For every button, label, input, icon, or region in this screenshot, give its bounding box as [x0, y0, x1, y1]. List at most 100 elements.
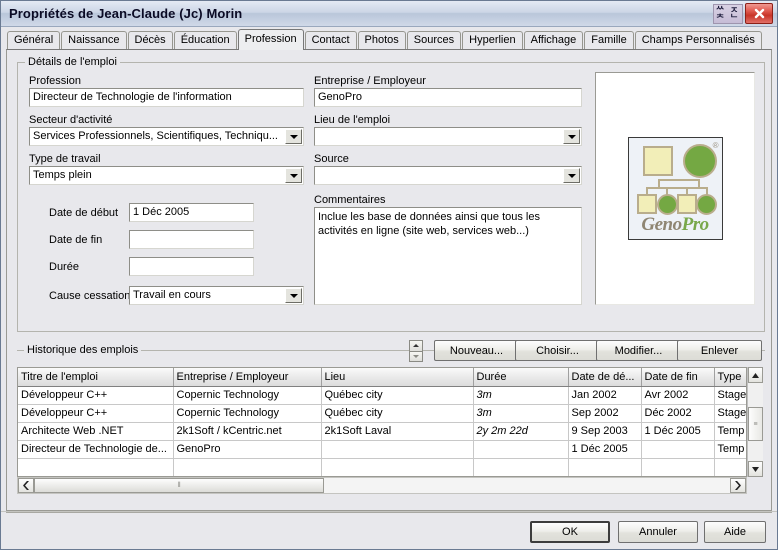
cell-type: Stage	[714, 404, 746, 423]
scroll-left-button[interactable]	[18, 478, 34, 493]
cell-type: Temp	[714, 422, 746, 441]
tab-famille[interactable]: Famille	[584, 31, 634, 49]
modifier-button[interactable]: Modifier...	[596, 340, 681, 361]
tab-sources[interactable]: Sources	[406, 31, 462, 49]
cell-date-debut: 1 Déc 2005	[568, 440, 642, 459]
lieu-emploi-value	[315, 128, 563, 145]
tab-profession[interactable]: Profession	[237, 29, 304, 50]
cell-type: Temp	[714, 440, 746, 459]
source-combo[interactable]	[314, 166, 582, 185]
tab-affichage[interactable]: Affichage	[523, 31, 584, 49]
tab-g-n-ral[interactable]: Général	[7, 31, 61, 49]
cell-duree: 3m	[473, 386, 569, 405]
column-header[interactable]: Entreprise / Employeur	[173, 368, 322, 387]
cell-titre: Développeur C++	[18, 386, 174, 405]
cell-date-fin: 1 Déc 2005	[641, 422, 715, 441]
chevron-down-icon[interactable]	[285, 168, 302, 183]
nouveau-button[interactable]: Nouveau...	[434, 340, 519, 361]
history-order-spinner[interactable]	[409, 340, 423, 362]
cell-titre: Directeur de Technologie de...	[18, 440, 174, 459]
hscroll-grip-icon: ⦀	[177, 482, 181, 489]
cell-type	[714, 458, 746, 476]
date-debut-input[interactable]: 1 Déc 2005	[129, 203, 254, 222]
type-travail-value: Temps plein	[33, 169, 92, 181]
ime-indicator[interactable]: ᄊ ᄎ ㅈ ᄂ	[713, 3, 743, 24]
tab-champs-personnalis-s[interactable]: Champs Personnalisés	[634, 31, 762, 49]
grid-vertical-scrollbar[interactable]: ≡	[747, 367, 763, 477]
tab-strip: Général Naissance Décès Éducation Profession…	[1, 27, 777, 50]
enlever-button-label: Enlever	[700, 344, 739, 357]
hscroll-thumb[interactable]: ⦀	[34, 478, 324, 493]
footer-divider	[6, 512, 772, 513]
chevron-down-icon[interactable]	[563, 129, 580, 144]
ime-glyph-2: ᄎ	[716, 12, 725, 23]
close-button[interactable]	[745, 3, 773, 24]
aide-button[interactable]: Aide	[704, 521, 766, 543]
spinner-down-icon[interactable]	[409, 350, 423, 362]
tab-hyperlien[interactable]: Hyperlien	[462, 31, 523, 49]
column-header[interactable]: Type	[714, 368, 746, 387]
logo-square-child-2	[676, 194, 697, 214]
duree-input[interactable]	[129, 257, 254, 276]
table-row[interactable]: Développeur C++ Copernic Technology Québec…	[18, 404, 746, 423]
annuler-button[interactable]: Annuler	[618, 521, 698, 543]
cause-cessation-label: Cause cessation	[49, 290, 131, 302]
chevron-left-icon	[23, 481, 29, 490]
scroll-grip-icon: ≡	[753, 420, 758, 428]
scroll-up-button[interactable]	[748, 367, 763, 383]
secteur-combo[interactable]: Services Professionnels, Scientifiques, …	[29, 127, 304, 146]
tab-contact[interactable]: Contact	[304, 31, 357, 49]
tab-naissance[interactable]: Naissance	[61, 31, 127, 49]
column-header[interactable]: Date de fin	[641, 368, 715, 387]
tab-photos[interactable]: Photos	[357, 31, 406, 49]
employment-history-title: Historique des emplois	[24, 344, 142, 356]
tab-label: Champs Personnalisés	[641, 34, 755, 46]
column-header[interactable]: Lieu	[321, 368, 474, 387]
column-header[interactable]: Date de dé...	[568, 368, 642, 387]
spinner-up-icon[interactable]	[409, 340, 423, 351]
column-header[interactable]: Titre de l'emploi	[18, 368, 174, 387]
lieu-emploi-combo[interactable]	[314, 127, 582, 146]
scroll-right-button[interactable]	[730, 478, 746, 493]
profession-input[interactable]: Directeur de Technologie de l'informatio…	[29, 88, 304, 107]
cell-date-fin: Avr 2002	[641, 386, 715, 405]
ok-button-label: OK	[562, 526, 578, 538]
cell-date-debut: 9 Sep 2003	[568, 422, 642, 441]
type-travail-combo[interactable]: Temps plein	[29, 166, 304, 185]
chevron-down-icon[interactable]	[563, 168, 580, 183]
cause-cessation-combo[interactable]: Travail en cours	[129, 286, 304, 305]
table-row[interactable]: Directeur de Technologie de... GenoPro 1 D…	[18, 440, 746, 459]
logo-circle-child-2	[695, 194, 717, 215]
cell-titre: Développeur C++	[18, 404, 174, 423]
grid-horizontal-scrollbar[interactable]: ⦀	[17, 477, 747, 494]
chevron-down-icon[interactable]	[285, 288, 302, 303]
table-row[interactable]: Développeur C++ Copernic Technology Québec…	[18, 386, 746, 405]
logo-sibling-bar	[645, 187, 708, 189]
chevron-up-icon	[752, 372, 759, 378]
tab-label: Sources	[413, 34, 455, 46]
scroll-down-button[interactable]	[748, 461, 763, 477]
table-row[interactable]: Architecte Web .NET 2k1Soft / kCentric.ne…	[18, 422, 746, 441]
cell-entreprise: 2k1Soft / kCentric.net	[173, 422, 322, 441]
tab-d-c-s[interactable]: Décès	[127, 31, 173, 49]
tab-label: Affichage	[530, 34, 577, 46]
hscroll-track[interactable]: ⦀	[34, 478, 730, 493]
commentaires-textarea[interactable]: Inclue les base de données ainsi que tou…	[314, 207, 582, 305]
choisir-button[interactable]: Choisir...	[515, 340, 600, 361]
entreprise-input[interactable]: GenoPro	[314, 88, 582, 107]
logo-circle-parent	[682, 144, 717, 178]
table-row[interactable]	[18, 458, 746, 476]
ok-button[interactable]: OK	[530, 521, 610, 543]
genopro-logo: ® GenoPro	[627, 137, 723, 240]
lieu-emploi-label: Lieu de l'emploi	[314, 114, 391, 126]
date-fin-input[interactable]	[129, 230, 254, 249]
grid-scroll-thumb[interactable]: ≡	[748, 407, 763, 441]
enlever-button[interactable]: Enlever	[677, 340, 762, 361]
tab-label: Famille	[591, 34, 627, 46]
tab-ducation[interactable]: Éducation	[173, 31, 237, 49]
cause-cessation-value: Travail en cours	[133, 289, 211, 301]
cell-lieu	[321, 440, 474, 459]
cell-duree: 2y 2m 22d	[473, 422, 569, 441]
chevron-down-icon[interactable]	[285, 129, 302, 144]
column-header[interactable]: Durée	[473, 368, 569, 387]
